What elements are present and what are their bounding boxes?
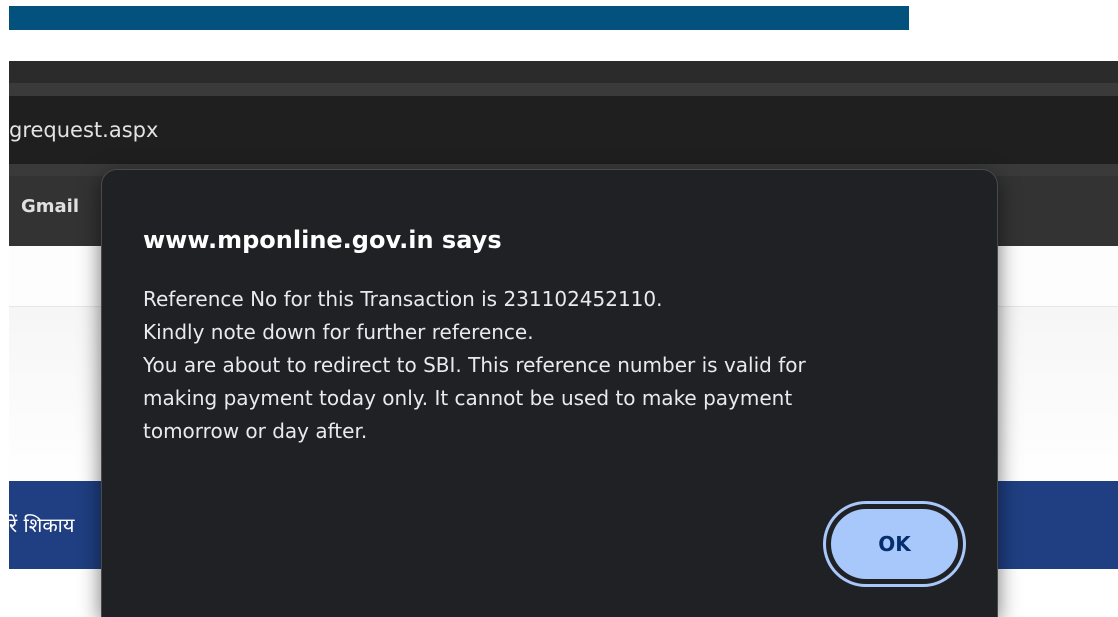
top-banner	[9, 6, 909, 30]
message-line: Reference No for this Transaction is 231…	[143, 287, 663, 311]
dialog-title: www.mponline.gov.in says	[143, 226, 502, 254]
message-line: You are about to redirect to SBI. This r…	[143, 353, 806, 377]
message-line: Kindly note down for further reference.	[143, 320, 534, 344]
message-line: tomorrow or day after.	[143, 419, 368, 443]
address-bar[interactable]: grequest.aspx	[9, 96, 1118, 164]
dialog-message: Reference No for this Transaction is 231…	[143, 283, 923, 448]
ok-button[interactable]: OK	[831, 509, 958, 579]
nav-item-complaint[interactable]: रें शिकाय	[9, 511, 74, 538]
address-url-text[interactable]: grequest.aspx	[9, 118, 158, 142]
tab-strip-divider	[9, 83, 1118, 96]
bookmark-gmail[interactable]: Gmail	[21, 196, 79, 217]
message-line: making payment today only. It cannot be …	[143, 386, 793, 410]
tab-strip	[9, 61, 1118, 83]
alert-dialog: www.mponline.gov.in says Reference No fo…	[101, 169, 998, 617]
